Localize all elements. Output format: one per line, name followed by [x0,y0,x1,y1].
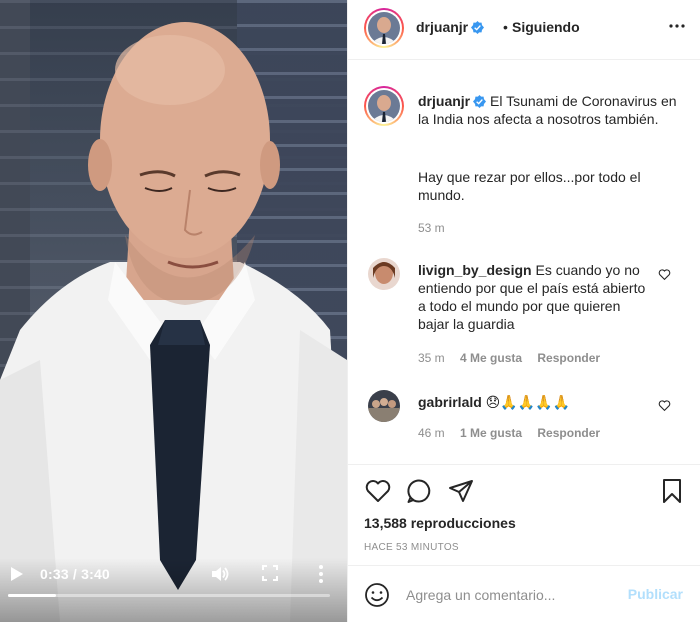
video-time: 0:33 / 3:40 [40,566,110,582]
caption-line-2: Hay que rezar por ellos...por todo el mu… [418,169,641,203]
header-separator: • [503,19,508,35]
comment-time: 35 m [418,351,445,365]
bookmark-icon[interactable] [658,477,686,505]
following-button[interactable]: Siguiendo [512,19,580,35]
fullscreen-icon[interactable] [262,565,278,581]
video-progress-fill [8,594,57,597]
play-icon[interactable] [10,566,24,582]
comment-likes[interactable]: 4 Me gusta [460,351,522,365]
post-header: drjuanjr • Siguiendo [348,0,700,60]
caption-text: drjuanjr El Tsunami de Coronavirus en la… [418,92,678,128]
emoji-icon[interactable] [364,582,390,608]
comment-input[interactable] [406,585,616,605]
comment-icon[interactable] [405,477,433,505]
comment-composer: Publicar [348,565,700,622]
caption-avatar-image [368,90,400,122]
comment-username[interactable]: gabrirlald [418,394,482,410]
more-options-icon[interactable] [669,18,685,34]
comment-body: 😞🙏🙏🙏🙏 [481,394,571,410]
like-comment-icon[interactable] [658,268,671,281]
caption-username[interactable]: drjuanjr [418,93,470,109]
verified-badge-icon [471,21,485,34]
volume-icon[interactable] [210,564,230,584]
post-panel: drjuanjr • Siguiendo drjuanjr El Tsunami… [347,0,700,622]
publish-button[interactable]: Publicar [628,586,683,602]
comments-section: drjuanjr El Tsunami de Coronavirus en la… [348,60,700,464]
video-controls: 0:33 / 3:40 [0,558,347,622]
view-count[interactable]: 13,588 reproducciones [364,515,516,531]
comment-likes[interactable]: 1 Me gusta [460,426,522,440]
post-timestamp[interactable]: HACE 53 MINUTOS [364,542,459,553]
comment-username[interactable]: livign_by_design [418,262,532,278]
comment-time: 46 m [418,426,445,440]
commenter-avatar[interactable] [368,390,400,422]
share-icon[interactable] [447,477,475,505]
caption-time: 53 m [418,221,445,235]
video-frame-person [0,22,347,622]
video-progress-bar[interactable] [8,594,330,597]
verified-badge-icon [473,95,487,108]
caption-avatar[interactable] [364,86,404,126]
comment-text: livign_by_design Es cuando yo no entiend… [418,261,650,333]
heart-icon[interactable] [364,477,392,505]
post-actions: 13,588 reproducciones HACE 53 MINUTOS [348,464,700,560]
comment-text: gabrirlald 😞🙏🙏🙏🙏 [418,393,650,411]
commenter-avatar[interactable] [368,258,400,290]
comment-meta: 35 m 4 Me gusta Responder [418,351,612,365]
more-vertical-icon[interactable] [314,563,328,585]
author-avatar[interactable] [364,8,404,48]
reply-button[interactable]: Responder [537,351,600,365]
like-comment-icon[interactable] [658,399,671,412]
author-username[interactable]: drjuanjr [416,19,485,35]
video-player[interactable]: 0:33 / 3:40 [0,0,347,622]
reply-button[interactable]: Responder [537,426,600,440]
comment-meta: 46 m 1 Me gusta Responder [418,426,612,440]
author-avatar-image [368,12,400,44]
